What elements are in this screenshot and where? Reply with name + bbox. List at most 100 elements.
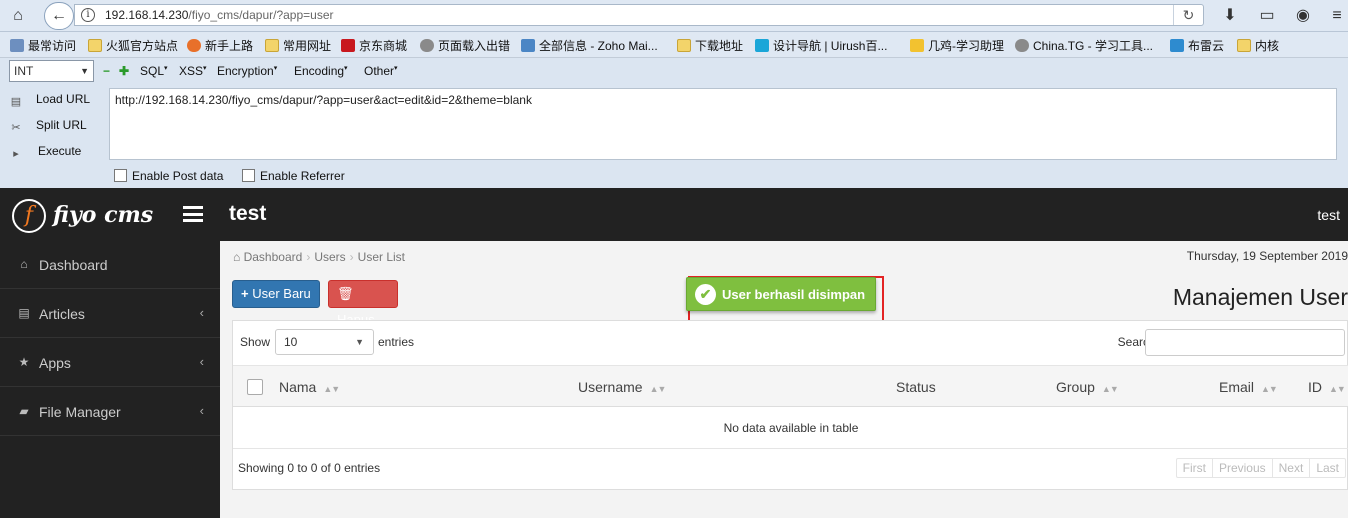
select-all-checkbox[interactable]: [247, 379, 263, 395]
folder-icon: [265, 39, 279, 52]
sidebar-item-file-manager[interactable]: ▰ File Manager ‹: [0, 388, 220, 436]
menu-other[interactable]: Other▾: [364, 64, 398, 78]
add-user-button[interactable]: + User Baru: [232, 280, 320, 308]
column-label: Group: [1056, 379, 1095, 395]
page-length-value: 10: [284, 335, 298, 349]
bookmark-item[interactable]: 新手上路: [187, 37, 253, 54]
menu-encryption[interactable]: Encryption▾: [217, 64, 277, 78]
bookmark-item[interactable]: 京东商城: [341, 37, 407, 54]
breadcrumb-user-list: User List: [357, 250, 405, 264]
chevron-left-icon: ‹: [199, 305, 204, 320]
pagination-last[interactable]: Last: [1310, 459, 1345, 477]
bookmark-label: 页面载入出错: [438, 39, 511, 53]
site-title[interactable]: test: [229, 202, 266, 226]
back-button[interactable]: ←: [44, 2, 74, 30]
enable-post-checkbox[interactable]: Enable Post data: [114, 169, 223, 183]
increase-icon[interactable]: ✚: [119, 64, 129, 78]
download-icon[interactable]: ⬇: [1219, 5, 1241, 27]
column-label: Nama: [279, 379, 317, 395]
sidebar-item-label: File Manager: [39, 404, 121, 420]
table-info: Showing 0 to 0 of 0 entries: [238, 461, 381, 475]
load-url-button[interactable]: ▤ Load URL: [8, 92, 90, 109]
breadcrumb-users[interactable]: Users: [314, 250, 345, 264]
menu-xss[interactable]: XSS▾: [179, 64, 207, 78]
page-title: Manajemen User: [1172, 284, 1348, 310]
bookmark-item[interactable]: 布雷云: [1170, 37, 1224, 54]
decrease-icon[interactable]: −: [103, 64, 110, 78]
menu-sql[interactable]: SQL▾: [140, 64, 168, 78]
reload-icon[interactable]: ↻: [1173, 5, 1203, 25]
fiyo-logo-icon[interactable]: f: [12, 199, 46, 233]
split-url-label: Split URL: [36, 118, 87, 132]
column-label: Username: [578, 379, 643, 395]
success-alert[interactable]: ✔ User berhasil disimpan: [686, 277, 876, 311]
bookmark-label: 几鸡-学习助理: [928, 39, 1004, 53]
user-menu[interactable]: test: [1317, 207, 1340, 223]
globe-icon: [1015, 39, 1029, 52]
menu-encoding[interactable]: Encoding▾: [294, 64, 348, 78]
url-host: 192.168.14.230: [105, 8, 189, 22]
chevron-left-icon: ‹: [199, 354, 204, 369]
home-icon[interactable]: ⌂: [7, 5, 29, 27]
sidebar: ⌂ Dashboard ▤ Articles ‹ ★ Apps ‹ ▰ File…: [0, 241, 220, 518]
bookmark-item[interactable]: 设计导航 | Uirush百...: [755, 37, 887, 54]
bookmark-item[interactable]: 页面载入出错: [420, 37, 510, 54]
column-header-id[interactable]: ID ▲▼: [1308, 379, 1346, 395]
type-select[interactable]: INT ▼: [9, 60, 94, 82]
sidebar-item-dashboard[interactable]: ⌂ Dashboard: [0, 241, 220, 289]
sidebar-item-articles[interactable]: ▤ Articles ‹: [0, 290, 220, 338]
bookmark-icon: [10, 39, 24, 52]
execute-button[interactable]: ▸ Execute: [8, 144, 81, 161]
info-icon[interactable]: i: [81, 8, 95, 22]
delete-button[interactable]: 🗑 Hapus: [328, 280, 398, 327]
bookmark-label: 最常访问: [28, 39, 77, 53]
sidebar-item-apps[interactable]: ★ Apps ‹: [0, 339, 220, 387]
search-input[interactable]: [1145, 329, 1345, 356]
bookmark-item[interactable]: 下载地址: [677, 37, 743, 54]
sidebar-toggle-icon[interactable]: ▭: [1256, 5, 1278, 27]
bookmark-label: 新手上路: [205, 39, 254, 53]
add-user-label: User Baru: [252, 286, 311, 301]
bookmark-item[interactable]: 几鸡-学习助理: [910, 37, 1004, 54]
menu-icon[interactable]: ≡: [1326, 5, 1348, 27]
zoho-icon: [521, 39, 535, 52]
entries-label: entries: [378, 335, 415, 349]
bookmark-item[interactable]: 火狐官方站点: [88, 37, 178, 54]
column-header-username[interactable]: Username ▲▼: [578, 379, 666, 395]
home-icon: ⌂: [20, 257, 28, 271]
bookmark-label: 火狐官方站点: [106, 39, 179, 53]
address-bar[interactable]: i 192.168.14.230/fiyo_cms/dapur/?app=use…: [74, 4, 1204, 26]
address-url: 192.168.14.230/fiyo_cms/dapur/?app=user: [105, 8, 334, 22]
menu-label: XSS: [179, 64, 204, 78]
pagination-previous[interactable]: Previous: [1213, 459, 1273, 477]
folder-open-icon: ▰: [19, 404, 29, 418]
pagination-next[interactable]: Next: [1273, 459, 1311, 477]
bookmark-item[interactable]: 内核: [1237, 37, 1279, 54]
alert-message: User berhasil disimpan: [722, 287, 866, 302]
bookmark-item[interactable]: China.TG - 学习工具...: [1015, 37, 1153, 54]
column-header-group[interactable]: Group ▲▼: [1056, 379, 1119, 395]
column-header-nama[interactable]: Nama ▲▼: [279, 379, 340, 395]
type-select-value: INT: [14, 64, 34, 78]
split-url-button[interactable]: ✂ Split URL: [8, 118, 87, 135]
globe-icon: [420, 39, 434, 52]
show-label: Show: [240, 335, 271, 349]
bookmark-item[interactable]: 常用网址: [265, 37, 331, 54]
brand-name[interactable]: fiyo cms: [53, 202, 153, 228]
trash-icon: 🗑: [337, 286, 354, 301]
pagination-first[interactable]: First: [1177, 459, 1213, 477]
hamburger-menu-icon[interactable]: [183, 206, 203, 222]
enable-referrer-checkbox[interactable]: Enable Referrer: [242, 169, 345, 183]
page-length-select[interactable]: 10 ▼: [275, 329, 374, 355]
table-header: Nama ▲▼ Username ▲▼ Status Group ▲▼ Email ▲▼…: [233, 365, 1348, 407]
column-header-email[interactable]: Email ▲▼: [1219, 379, 1278, 395]
addon-icon[interactable]: ◉: [1292, 5, 1314, 27]
bookmark-item[interactable]: 最常访问: [10, 37, 76, 54]
main-content: ⌂ Dashboard › Users › User List Thursday, 19…: [220, 241, 1348, 518]
url-path: /fiyo_cms/dapur/?app=user: [188, 8, 334, 22]
bookmark-item[interactable]: 全部信息 - Zoho Mai...: [521, 37, 658, 54]
home-icon: ⌂: [233, 250, 241, 264]
sidebar-item-label: Articles: [39, 306, 85, 322]
breadcrumb-dashboard[interactable]: Dashboard: [244, 250, 303, 264]
hackbar-url-textarea[interactable]: http://192.168.14.230/fiyo_cms/dapur/?ap…: [109, 88, 1337, 160]
